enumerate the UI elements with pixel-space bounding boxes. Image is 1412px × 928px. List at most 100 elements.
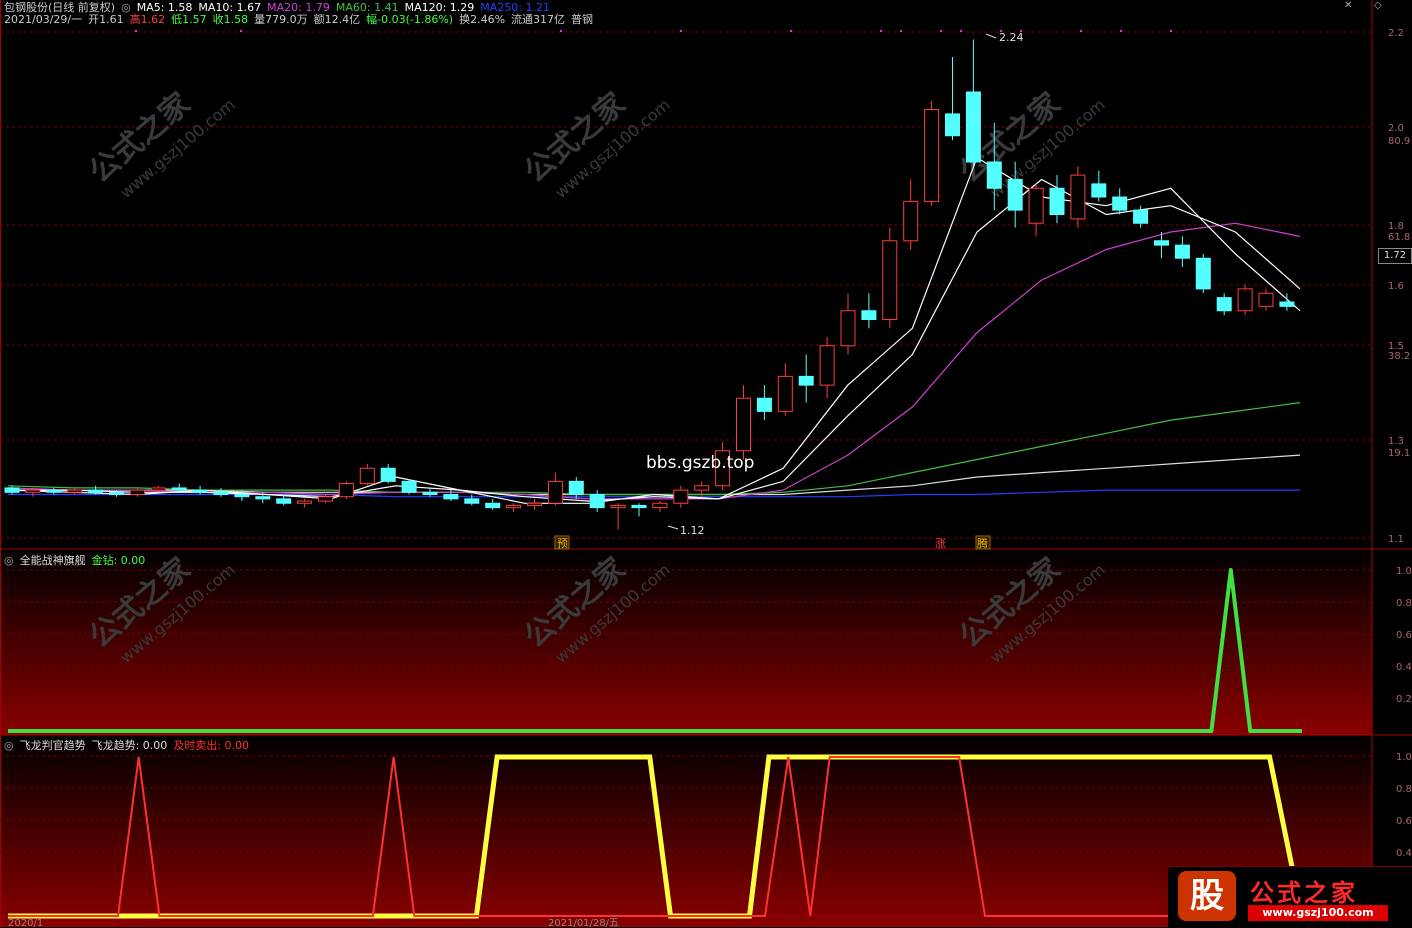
candle-body[interactable] xyxy=(798,375,814,386)
axis-tick-label: 1.1 xyxy=(1388,534,1404,545)
candle-body[interactable] xyxy=(401,480,417,493)
header-field: 普钢 xyxy=(571,13,594,26)
panel2-toggle-icon[interactable]: ◎ xyxy=(4,554,14,567)
candle-body[interactable] xyxy=(297,500,313,504)
candle-body[interactable] xyxy=(924,109,940,202)
header-field: 开1.61 xyxy=(88,13,124,26)
candle-body[interactable] xyxy=(882,240,898,320)
candle-body[interactable] xyxy=(464,498,480,504)
candle-body[interactable] xyxy=(67,489,83,493)
stock-chart[interactable]: 公式之家www.gszj100.com 公式之家www.gszj100.com 公式… xyxy=(0,0,1412,927)
header-field: 收1.58 xyxy=(212,13,249,26)
marker-yu: 预 xyxy=(557,537,568,550)
event-dot xyxy=(900,30,902,32)
candle-body[interactable] xyxy=(1112,196,1128,211)
candle-body[interactable] xyxy=(1091,183,1107,198)
candle-body[interactable] xyxy=(276,498,292,504)
candle-body[interactable] xyxy=(234,494,250,498)
panel2-title[interactable]: 全能战神旗舰 xyxy=(20,554,86,567)
candle-body[interactable] xyxy=(694,485,710,491)
candle-body[interactable] xyxy=(756,397,772,412)
candle-body[interactable] xyxy=(318,496,333,502)
panel3-title[interactable]: 飞龙判官趋势 xyxy=(20,739,86,752)
candle-body[interactable] xyxy=(965,91,981,163)
logo-icon: 股 xyxy=(1178,871,1236,921)
axis-tick-label: 0.6 xyxy=(1396,630,1412,641)
candle-body[interactable] xyxy=(1154,240,1169,246)
candle-body[interactable] xyxy=(819,345,835,386)
candle-body[interactable] xyxy=(610,504,626,509)
candle-body[interactable] xyxy=(25,489,41,493)
diamond-menu-icon[interactable]: ◇ xyxy=(1374,0,1382,11)
header-field: 2021/03/29/一 xyxy=(4,13,83,26)
candle-body[interactable] xyxy=(986,161,1002,189)
candle-body[interactable] xyxy=(1049,187,1065,215)
candle-body[interactable] xyxy=(903,200,919,242)
candle-body[interactable] xyxy=(109,491,124,495)
candle-body[interactable] xyxy=(1133,209,1149,224)
candle-body[interactable] xyxy=(1007,179,1023,211)
moving-averages xyxy=(7,156,1301,504)
candle-body[interactable] xyxy=(150,487,166,491)
candle-body[interactable] xyxy=(652,502,668,509)
candle-body[interactable] xyxy=(527,502,542,506)
candle-body[interactable] xyxy=(4,487,20,493)
candle-body[interactable] xyxy=(213,491,229,495)
panel3-toggle-icon[interactable]: ◎ xyxy=(4,739,14,752)
header-field: 量779.0万 xyxy=(254,13,308,26)
axis-tick-label: 0.8 xyxy=(1396,598,1412,609)
candle-body[interactable] xyxy=(1216,297,1232,312)
candle-body[interactable] xyxy=(46,489,62,493)
candle-body[interactable] xyxy=(568,480,584,495)
candle-body[interactable] xyxy=(443,494,459,500)
candle-body[interactable] xyxy=(359,467,375,485)
axis-tick-label: 0.4 xyxy=(1396,662,1412,673)
candle-body[interactable] xyxy=(1237,288,1253,312)
event-dot xyxy=(1080,30,1082,32)
axis-tick-label: 2.2 xyxy=(1388,28,1404,39)
axis-tick-label: 19.1 xyxy=(1388,448,1410,459)
header-field: 幅-0.03(-1.86%) xyxy=(366,13,454,26)
center-watermark: bbs.gszb.top xyxy=(646,453,754,473)
panel2-legend: 金钻: 0.00 xyxy=(91,554,146,567)
candle-body[interactable] xyxy=(1279,301,1295,307)
candle-body[interactable] xyxy=(631,504,647,509)
candle-body[interactable] xyxy=(547,480,563,504)
candle-body[interactable] xyxy=(192,489,208,493)
event-dot xyxy=(1120,30,1122,32)
candle-body[interactable] xyxy=(840,310,856,347)
candle-body[interactable] xyxy=(338,483,354,498)
logo-url: www.gszj100.com xyxy=(1248,905,1388,921)
candle-body[interactable] xyxy=(861,310,877,320)
right-axis: 2.22.080.91.861.81.61.538.21.319.11.11.0… xyxy=(1388,28,1412,859)
axis-tick-label: 0.2 xyxy=(1396,694,1412,705)
axis-tick-label: 38.2 xyxy=(1388,351,1410,362)
event-dot xyxy=(960,30,962,32)
candle-body[interactable] xyxy=(422,491,438,495)
candle-body[interactable] xyxy=(171,487,187,491)
candle-body[interactable] xyxy=(736,397,751,452)
candle-body[interactable] xyxy=(1195,257,1211,290)
candle-body[interactable] xyxy=(506,504,522,509)
axis-tick-label: 1.0 xyxy=(1396,566,1412,577)
candle-body[interactable] xyxy=(88,489,104,493)
candle-body[interactable] xyxy=(673,489,689,504)
watermark: 公式之家www.gszj100.com xyxy=(518,86,674,202)
candle-body[interactable] xyxy=(129,489,145,495)
close-icon[interactable]: ✕ xyxy=(1344,0,1352,11)
main-header-line2: 2021/03/29/一 开1.61 高1.62 低1.57 收1.58 量779.0万额… xyxy=(4,11,599,27)
candle-body[interactable] xyxy=(255,496,271,500)
candle-body[interactable] xyxy=(1258,292,1274,307)
candle-body[interactable] xyxy=(589,494,605,509)
candle-body[interactable] xyxy=(1070,174,1086,220)
date-label: 2021/01/28/五 xyxy=(548,918,619,927)
candle-body[interactable] xyxy=(380,467,396,482)
candle-body[interactable] xyxy=(1028,187,1044,224)
axis-tick-label: 80.9 xyxy=(1388,136,1410,147)
candle-body[interactable] xyxy=(945,113,960,137)
header-field: 高1.62 xyxy=(129,13,166,26)
candle-body[interactable] xyxy=(777,375,793,412)
candle-body[interactable] xyxy=(1174,244,1190,259)
candle-body[interactable] xyxy=(485,502,501,509)
panel3-background xyxy=(0,735,1372,927)
